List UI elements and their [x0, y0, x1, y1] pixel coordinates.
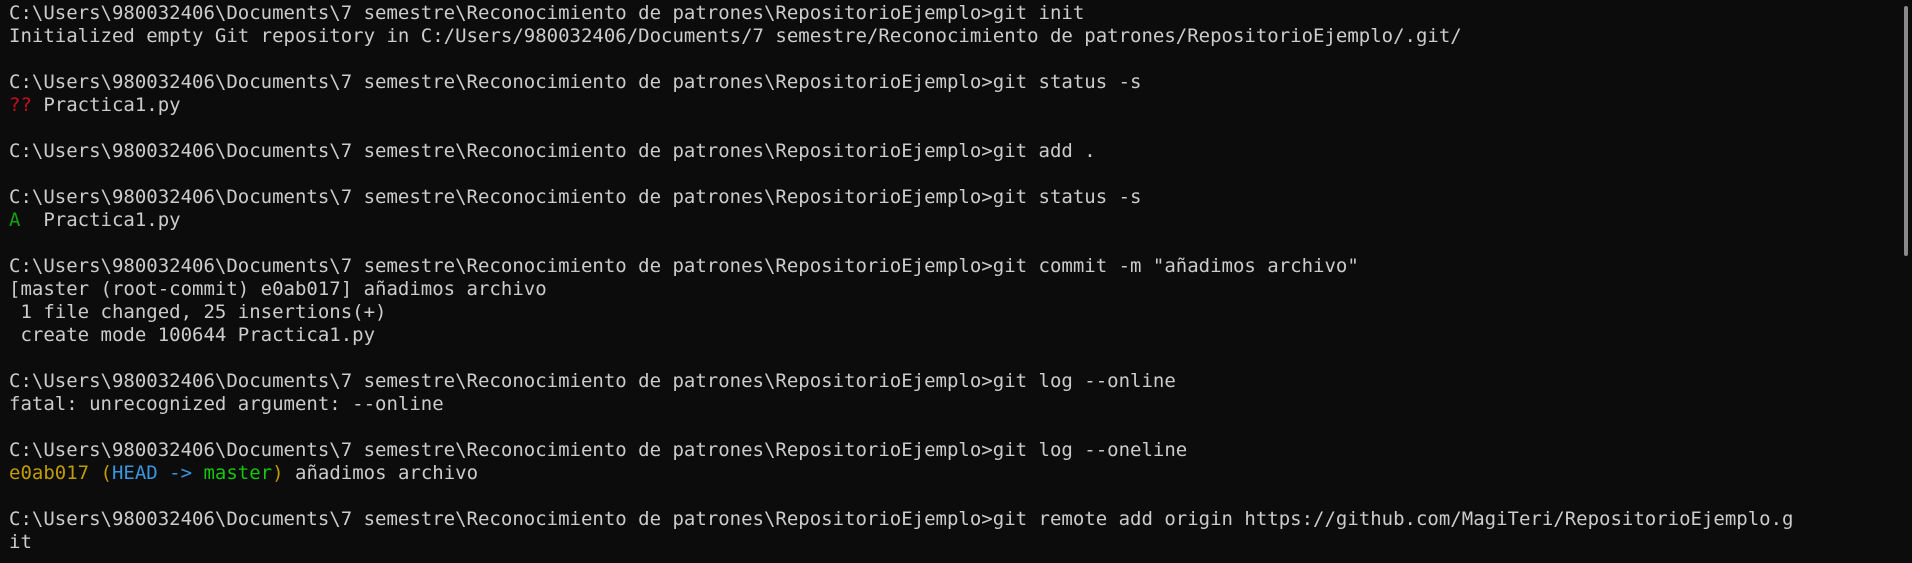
- terminal-line: Initialized empty Git repository in C:/U…: [9, 25, 1898, 48]
- terminal-text-segment: C:\Users\980032406\Documents\7 semestre\…: [9, 71, 1142, 93]
- terminal-text-segment: create mode 100644 Practica1.py: [9, 324, 376, 346]
- terminal-text-segment: ): [272, 462, 284, 484]
- terminal-line: C:\Users\980032406\Documents\7 semestre\…: [9, 71, 1898, 94]
- terminal-line: C:\Users\980032406\Documents\7 semestre\…: [9, 2, 1898, 25]
- terminal-text-segment: e0ab017: [9, 462, 90, 484]
- terminal-text-segment: fatal: unrecognized argument: --online: [9, 393, 444, 415]
- terminal-line: ?? Practica1.py: [9, 94, 1898, 117]
- terminal-line: create mode 100644 Practica1.py: [9, 324, 1898, 347]
- terminal-line: C:\Users\980032406\Documents\7 semestre\…: [9, 508, 1898, 531]
- terminal-text-segment: A: [9, 209, 21, 231]
- terminal-text-segment: Initialized empty Git repository in C:/U…: [9, 25, 1462, 47]
- vertical-scrollbar[interactable]: [1898, 0, 1912, 563]
- terminal-line: C:\Users\980032406\Documents\7 semestre\…: [9, 186, 1898, 209]
- terminal-text-segment: it: [9, 531, 32, 553]
- terminal-line: C:\Users\980032406\Documents\7 semestre\…: [9, 140, 1898, 163]
- terminal-text-segment: Practica1.py: [20, 209, 181, 231]
- terminal-text-segment: 1 file changed, 25 insertions(+): [9, 301, 387, 323]
- terminal-line: C:\Users\980032406\Documents\7 semestre\…: [9, 439, 1898, 462]
- terminal-line: fatal: unrecognized argument: --online: [9, 393, 1898, 416]
- scrollbar-thumb[interactable]: [1904, 6, 1908, 256]
- terminal-text-segment: C:\Users\980032406\Documents\7 semestre\…: [9, 186, 1142, 208]
- terminal-text-segment: HEAD ->: [111, 462, 204, 484]
- terminal-line: [master (root-commit) e0ab017] añadimos …: [9, 278, 1898, 301]
- terminal-line: e0ab017 (HEAD -> master) añadimos archiv…: [9, 462, 1898, 485]
- terminal-text-segment: [master (root-commit) e0ab017] añadimos …: [9, 278, 547, 300]
- terminal-output[interactable]: C:\Users\980032406\Documents\7 semestre\…: [0, 0, 1898, 563]
- terminal-text-segment: C:\Users\980032406\Documents\7 semestre\…: [9, 370, 1176, 392]
- terminal-text-segment: master: [203, 462, 273, 484]
- terminal-text-segment: C:\Users\980032406\Documents\7 semestre\…: [9, 140, 1096, 162]
- terminal-text-segment: C:\Users\980032406\Documents\7 semestre\…: [9, 439, 1188, 461]
- terminal-text-segment: añadimos archivo: [283, 462, 479, 484]
- terminal-text-segment: C:\Users\980032406\Documents\7 semestre\…: [9, 255, 1359, 277]
- terminal-line: it: [9, 531, 1898, 554]
- terminal-text-segment: Practica1.py: [31, 94, 181, 116]
- terminal-line: A Practica1.py: [9, 209, 1898, 232]
- terminal-line: 1 file changed, 25 insertions(+): [9, 301, 1898, 324]
- terminal-text-segment: (: [89, 462, 112, 484]
- terminal-text-segment: C:\Users\980032406\Documents\7 semestre\…: [9, 508, 1794, 530]
- terminal-text-segment: ??: [9, 94, 32, 116]
- terminal-text-segment: C:\Users\980032406\Documents\7 semestre\…: [9, 2, 1085, 24]
- terminal-line: C:\Users\980032406\Documents\7 semestre\…: [9, 255, 1898, 278]
- terminal-line: C:\Users\980032406\Documents\7 semestre\…: [9, 370, 1898, 393]
